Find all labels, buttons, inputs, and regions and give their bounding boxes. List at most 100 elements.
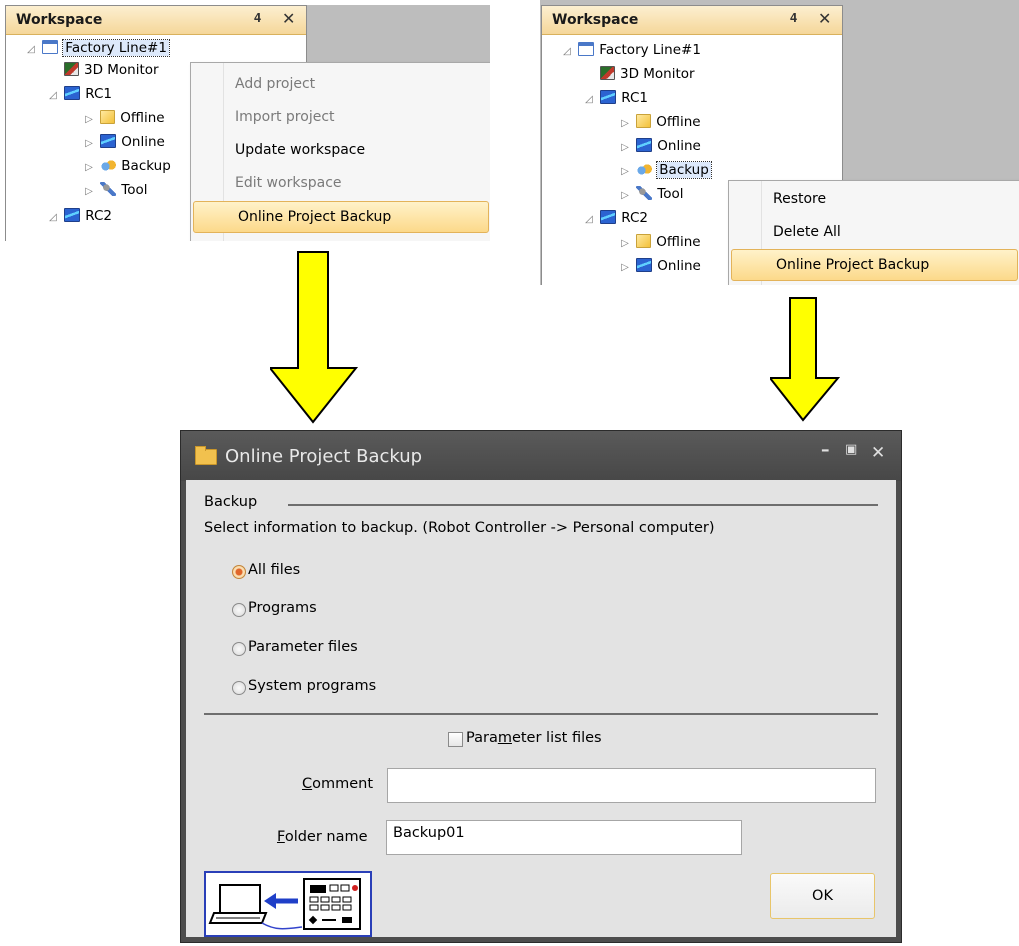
backup-group-label: Backup: [204, 494, 258, 510]
tree-node-label: RC1: [621, 90, 649, 106]
tree-node-3d-monitor[interactable]: 3D Monitor: [600, 63, 695, 85]
tree-node-online[interactable]: ▷ Online: [618, 255, 701, 277]
tree-node-online[interactable]: ▷ Online: [82, 131, 165, 153]
folder-name-field[interactable]: Backup01: [386, 820, 742, 855]
online-icon: [100, 134, 117, 148]
radio-all-files[interactable]: [232, 565, 246, 579]
ok-button[interactable]: OK: [770, 873, 875, 919]
radio-label-system-programs[interactable]: System programs: [248, 678, 376, 694]
tree-node-offline[interactable]: ▷ Offline: [618, 231, 701, 253]
tree-node-factory-line[interactable]: ◿ Factory Line#1: [24, 37, 170, 61]
context-menu-workspace: Add project Import project Update worksp…: [190, 62, 490, 241]
parameter-list-label[interactable]: Parameter list files: [466, 730, 602, 746]
close-icon[interactable]: ✕: [282, 9, 295, 28]
menu-item-edit-workspace[interactable]: Edit workspace: [191, 168, 490, 198]
expand-icon[interactable]: ▷: [618, 185, 632, 207]
expand-icon[interactable]: ▷: [82, 181, 96, 203]
param-post: eter list files: [511, 730, 602, 746]
menu-item-update-workspace[interactable]: Update workspace: [191, 135, 490, 165]
tree-node-offline[interactable]: ▷ Offline: [82, 107, 165, 129]
maximize-icon[interactable]: ▣: [845, 442, 857, 457]
expand-icon[interactable]: ▷: [618, 137, 632, 159]
robot-controller-icon: [600, 90, 617, 104]
tree-node-label: Factory Line#1: [599, 42, 701, 58]
radio-label-all-files[interactable]: All files: [248, 562, 300, 578]
menu-item-import-project[interactable]: Import project: [191, 102, 490, 132]
workspace-header: Workspace 𝟒 ✕: [6, 6, 306, 35]
tree-node-label: 3D Monitor: [620, 66, 695, 82]
offline-icon: [636, 114, 652, 128]
workspace-title: Workspace: [552, 12, 639, 28]
expand-icon[interactable]: ▷: [618, 113, 632, 135]
pin-icon[interactable]: 𝟒: [790, 11, 797, 26]
dialog-client: [186, 480, 896, 937]
tree-node-label: Offline: [656, 114, 701, 130]
collapse-icon[interactable]: ◿: [560, 41, 574, 63]
folder-name-label: Folder name: [277, 829, 368, 845]
offline-icon: [100, 110, 116, 124]
tree-node-offline[interactable]: ▷ Offline: [618, 111, 701, 133]
menu-item-restore[interactable]: Restore: [729, 184, 1019, 214]
param-pre: Para: [466, 730, 498, 746]
radio-system-programs[interactable]: [232, 681, 246, 695]
menu-item-online-project-backup[interactable]: Online Project Backup: [193, 201, 489, 233]
comment-mnemonic: C: [302, 776, 313, 792]
options-divider: [204, 713, 878, 715]
collapse-icon[interactable]: ◿: [24, 39, 38, 61]
tree-node-rc1[interactable]: ◿ RC1: [46, 83, 112, 105]
radio-label-parameter-files[interactable]: Parameter files: [248, 639, 358, 655]
expand-icon[interactable]: ▷: [82, 157, 96, 179]
radio-label-programs[interactable]: Programs: [248, 600, 317, 616]
expand-icon[interactable]: ▷: [82, 133, 96, 155]
collapse-icon[interactable]: ◿: [582, 89, 596, 111]
collapse-icon[interactable]: ◿: [46, 85, 60, 107]
tree-node-factory-line[interactable]: ◿ Factory Line#1: [560, 39, 701, 61]
collapse-icon[interactable]: ◿: [582, 209, 596, 231]
folder-mnemonic: F: [277, 829, 285, 845]
pin-icon[interactable]: 𝟒: [254, 11, 261, 26]
tree-node-label: Online: [121, 134, 165, 150]
collapse-icon[interactable]: ◿: [46, 207, 60, 229]
close-icon[interactable]: ✕: [871, 443, 885, 463]
tree-node-label: Tool: [657, 186, 684, 202]
tree-node-backup[interactable]: ▷ Backup: [618, 159, 712, 183]
radio-parameter-files[interactable]: [232, 642, 246, 656]
tree-node-online[interactable]: ▷ Online: [618, 135, 701, 157]
radio-programs[interactable]: [232, 603, 246, 617]
robot-controller-icon: [600, 210, 617, 224]
tree-node-backup[interactable]: ▷ Backup: [82, 155, 171, 177]
dialog-titlebar[interactable]: Online Project Backup – ▣ ✕: [181, 431, 901, 481]
online-icon: [636, 138, 653, 152]
menu-item-online-project-backup[interactable]: Online Project Backup: [731, 249, 1018, 281]
workspace-title: Workspace: [16, 12, 103, 28]
tree-node-label: 3D Monitor: [84, 62, 159, 78]
tree-node-rc1[interactable]: ◿ RC1: [582, 87, 648, 109]
parameter-list-checkbox[interactable]: [448, 732, 463, 747]
backup-icon: [636, 162, 653, 176]
tree-node-3d-monitor[interactable]: 3D Monitor: [64, 59, 159, 81]
backup-icon: [100, 158, 117, 172]
minimize-icon[interactable]: –: [821, 440, 830, 460]
tree-node-label: RC2: [85, 208, 113, 224]
backup-instruction: Select information to backup. (Robot Con…: [204, 520, 715, 536]
dialog-title: Online Project Backup: [225, 446, 423, 467]
3d-monitor-icon: [600, 66, 615, 80]
tree-node-label: Backup: [121, 158, 171, 174]
tree-node-label: Online: [657, 258, 701, 274]
tree-node-rc2[interactable]: ◿ RC2: [46, 205, 112, 227]
tree-node-rc2[interactable]: ◿ RC2: [582, 207, 648, 229]
expand-icon[interactable]: ▷: [82, 109, 96, 131]
workspace-icon: [578, 42, 595, 56]
expand-icon[interactable]: ▷: [618, 161, 632, 183]
tree-node-tool[interactable]: ▷ Tool: [618, 183, 684, 205]
menu-item-add-project[interactable]: Add project: [191, 69, 490, 99]
robot-controller-icon: [64, 86, 81, 100]
close-icon[interactable]: ✕: [818, 9, 831, 28]
tool-icon: [100, 182, 117, 196]
tree-node-label: Online: [657, 138, 701, 154]
tree-node-tool[interactable]: ▷ Tool: [82, 179, 148, 201]
comment-field[interactable]: [387, 768, 876, 803]
menu-item-delete-all[interactable]: Delete All: [729, 217, 1019, 247]
expand-icon[interactable]: ▷: [618, 257, 632, 279]
expand-icon[interactable]: ▷: [618, 233, 632, 255]
